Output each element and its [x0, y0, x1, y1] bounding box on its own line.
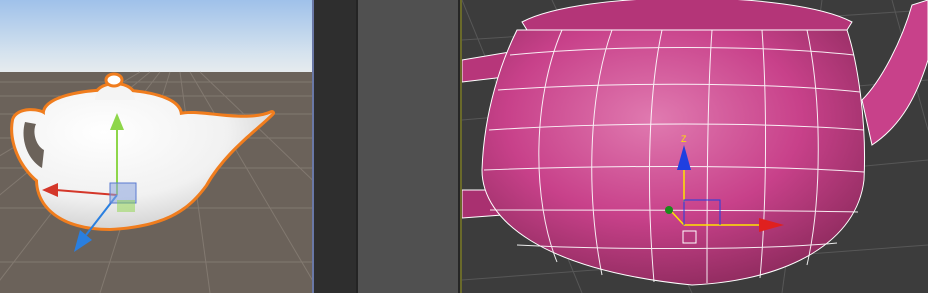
unity-scene-canvas	[0, 0, 312, 293]
unity-scene-viewport[interactable]	[0, 0, 312, 293]
gizmo-plane-handle-green	[117, 200, 135, 212]
max-viewport-canvas: Z	[462, 0, 928, 293]
sky	[0, 0, 312, 72]
y-axis-handle	[665, 206, 673, 214]
max-viewport[interactable]: Z	[460, 0, 928, 293]
panel-gap	[314, 0, 356, 293]
middle-panel	[356, 0, 460, 293]
z-axis-label: Z	[681, 134, 687, 144]
